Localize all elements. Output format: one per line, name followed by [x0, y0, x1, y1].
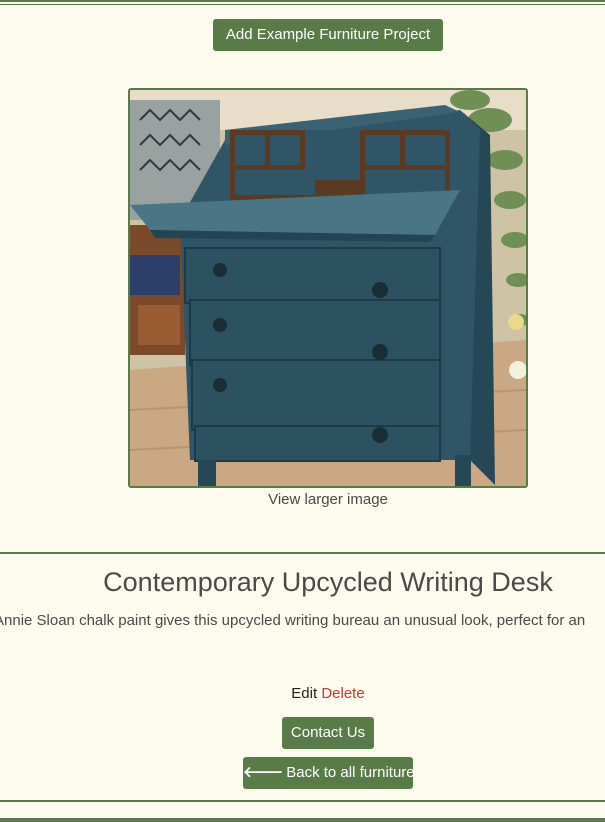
add-example-project-button[interactable]: Add Example Furniture Project [213, 19, 443, 51]
product-image[interactable] [128, 88, 528, 488]
footer-border [0, 818, 605, 822]
top-divider [0, 0, 605, 2]
admin-controls: Edit Delete [0, 685, 605, 702]
section-divider [0, 552, 605, 554]
edit-link[interactable]: Edit [291, 685, 317, 702]
top-divider-thin [0, 4, 605, 5]
arrow-left-icon: 🡐 [243, 764, 284, 781]
bottom-divider [0, 800, 605, 802]
back-to-all-furniture-button[interactable]: 🡐 Back to all furniture [243, 757, 415, 789]
delete-link[interactable]: Delete [321, 685, 364, 702]
product-title: Contemporary Upcycled Writing Desk [103, 567, 553, 597]
back-button-label: Back to all furniture [286, 764, 415, 781]
view-larger-image-link[interactable]: View larger image [0, 491, 605, 508]
product-description: Annie Sloan chalk paint gives this upcyc… [0, 612, 586, 629]
contact-us-button[interactable]: Contact Us [282, 717, 374, 749]
